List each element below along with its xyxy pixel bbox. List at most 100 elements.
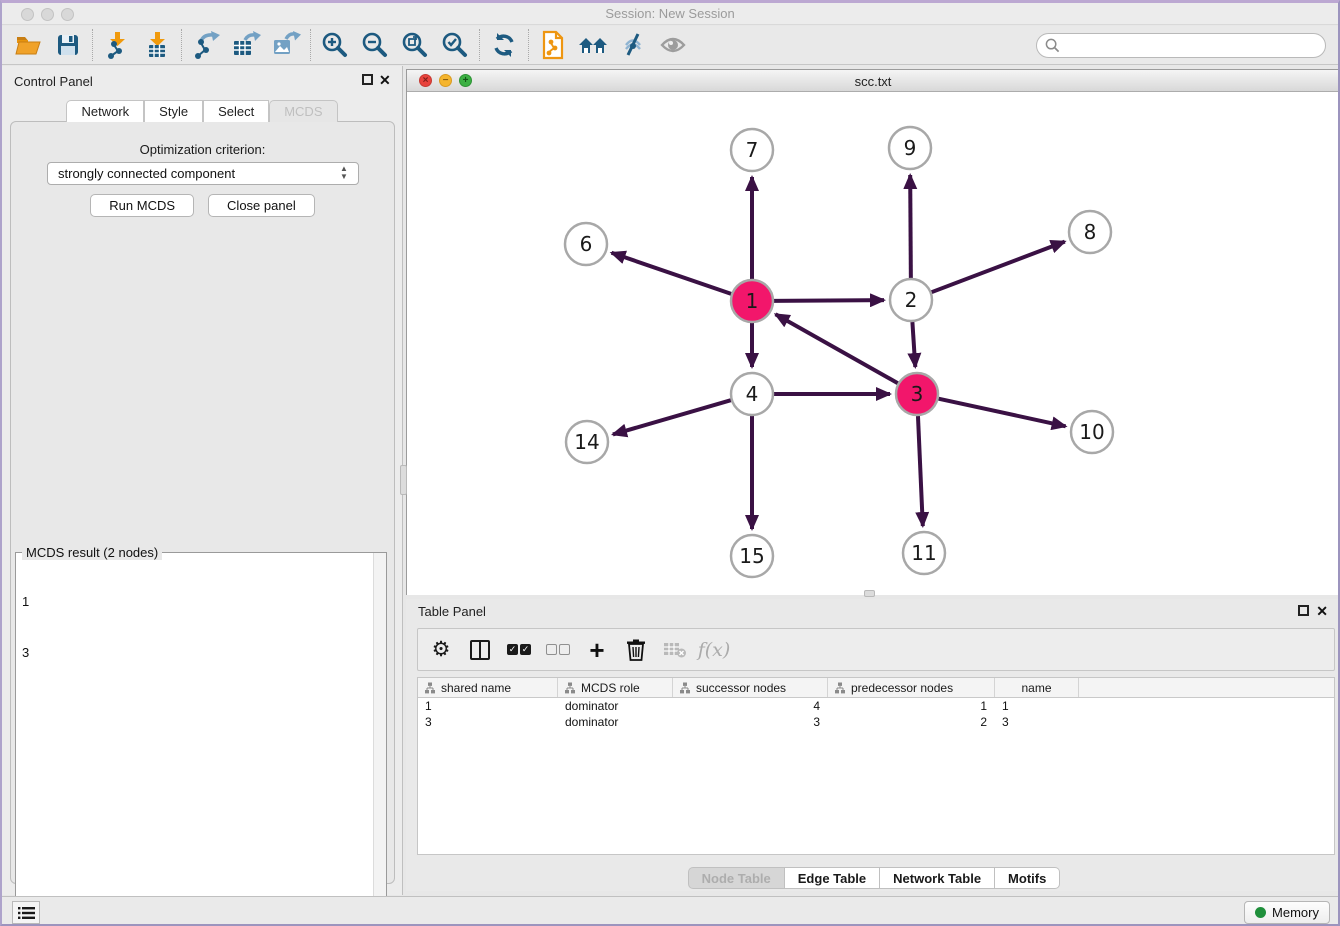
result-scrollbar[interactable]	[373, 553, 386, 926]
search-input[interactable]	[1060, 36, 1325, 56]
hierarchy-icon	[679, 682, 691, 694]
graph-node-label: 11	[911, 541, 936, 565]
import-table-icon[interactable]	[137, 28, 177, 62]
graph-edge-3-10[interactable]	[938, 399, 1065, 427]
table-row[interactable]: 3 dominator 3 2 3	[418, 714, 1334, 730]
delete-column-icon[interactable]	[623, 637, 649, 663]
export-table-icon[interactable]	[226, 28, 266, 62]
close-table-panel-icon[interactable]: ✕	[1316, 605, 1328, 617]
column-header-shared-name[interactable]: shared name	[418, 678, 558, 697]
search-field[interactable]	[1036, 33, 1326, 58]
network-window-titlebar[interactable]: × − + scc.txt	[407, 70, 1339, 92]
column-selector-icon[interactable]	[467, 637, 493, 663]
table-row[interactable]: 1 dominator 4 1 1	[418, 698, 1334, 714]
vertical-splitter-handle[interactable]	[400, 465, 407, 495]
graph-edge-3-11[interactable]	[918, 416, 923, 526]
status-bar: Memory	[2, 896, 1338, 926]
cell-successor-nodes[interactable]: 3	[673, 714, 828, 730]
control-panel-title: Control Panel	[14, 74, 93, 89]
network-canvas[interactable]: 7 9 6 8 1 2 4 3 14 10 15 11	[407, 92, 1339, 595]
close-panel-button[interactable]: Close panel	[208, 194, 315, 217]
cell-predecessor-nodes[interactable]: 2	[828, 714, 995, 730]
column-header-mcds-role[interactable]: MCDS role	[558, 678, 673, 697]
float-table-panel-icon[interactable]	[1298, 605, 1309, 616]
zoom-fit-icon[interactable]	[395, 28, 435, 62]
mcds-result-item: 3	[22, 644, 58, 661]
save-session-icon[interactable]	[48, 28, 88, 62]
new-network-from-file-icon[interactable]	[533, 28, 573, 62]
close-panel-icon[interactable]: ✕	[379, 74, 391, 86]
control-panel: Control Panel ✕ Network Style Select MCD…	[2, 66, 403, 895]
column-header-predecessor-nodes[interactable]: predecessor nodes	[828, 678, 995, 697]
import-network-icon[interactable]	[97, 28, 137, 62]
memory-button[interactable]: Memory	[1244, 901, 1330, 924]
tab-select[interactable]: Select	[203, 100, 269, 122]
graph-node-7[interactable]: 7	[731, 129, 773, 171]
cell-predecessor-nodes[interactable]: 1	[828, 698, 995, 714]
delete-table-icon	[662, 637, 688, 663]
tab-style[interactable]: Style	[144, 100, 203, 122]
toolbar-separator	[479, 29, 480, 61]
graph-edge-2-8[interactable]	[932, 242, 1065, 293]
tab-mcds[interactable]: MCDS	[269, 100, 337, 122]
column-header-successor-nodes[interactable]: successor nodes	[673, 678, 828, 697]
zoom-out-icon[interactable]	[355, 28, 395, 62]
network-view-window: × − + scc.txt 7 9 6 8 1 2 4 3 14 10 15 11	[406, 69, 1340, 595]
tab-edge-table[interactable]: Edge Table	[785, 867, 880, 889]
graph-edge-1-2[interactable]	[774, 300, 884, 301]
zoom-in-icon[interactable]	[315, 28, 355, 62]
graph-node-11[interactable]: 11	[903, 532, 945, 574]
graph-node-9[interactable]: 9	[889, 127, 931, 169]
select-all-icon[interactable]: ✓✓	[506, 637, 532, 663]
graph-node-3[interactable]: 3	[896, 373, 938, 415]
mcds-result-title: MCDS result (2 nodes)	[22, 545, 162, 560]
graph-node-6[interactable]: 6	[565, 223, 607, 265]
graph-node-14[interactable]: 14	[566, 421, 608, 463]
add-column-icon[interactable]: +	[584, 637, 610, 663]
open-file-icon[interactable]	[8, 28, 48, 62]
toolbar-separator	[528, 29, 529, 61]
zoom-selected-icon[interactable]	[435, 28, 475, 62]
tab-motifs[interactable]: Motifs	[995, 867, 1060, 889]
tab-node-table[interactable]: Node Table	[688, 867, 785, 889]
export-network-icon[interactable]	[186, 28, 226, 62]
cell-mcds-role[interactable]: dominator	[558, 714, 673, 730]
horizontal-splitter-handle[interactable]	[864, 590, 875, 597]
cell-name[interactable]: 1	[995, 698, 1079, 714]
deselect-all-icon[interactable]	[545, 637, 571, 663]
run-mcds-button[interactable]: Run MCDS	[90, 194, 194, 217]
criterion-select[interactable]: strongly connected component ▲▼	[47, 162, 359, 185]
graph-node-8[interactable]: 8	[1069, 211, 1111, 253]
tab-network-table[interactable]: Network Table	[880, 867, 995, 889]
graph-edge-4-14[interactable]	[613, 400, 731, 434]
refresh-layout-icon[interactable]	[484, 28, 524, 62]
tab-network[interactable]: Network	[66, 100, 144, 122]
memory-status-icon	[1255, 907, 1266, 918]
show-all-networks-icon[interactable]	[573, 28, 613, 62]
graph-node-label: 8	[1084, 220, 1097, 244]
graph-node-label: 6	[580, 232, 593, 256]
hide-selected-icon[interactable]	[613, 28, 653, 62]
graph-edge-2-3[interactable]	[912, 322, 915, 367]
cell-name[interactable]: 3	[995, 714, 1079, 730]
window-title: Session: New Session	[2, 6, 1338, 21]
cell-successor-nodes[interactable]: 4	[673, 698, 828, 714]
graph-node-10[interactable]: 10	[1071, 411, 1113, 453]
export-image-icon[interactable]	[266, 28, 306, 62]
graph-edge-2-9[interactable]	[910, 175, 911, 278]
graph-edge-1-6[interactable]	[612, 253, 732, 294]
float-panel-icon[interactable]	[362, 74, 373, 85]
graph-node-15[interactable]: 15	[731, 535, 773, 577]
graph-node-2[interactable]: 2	[890, 279, 932, 321]
task-history-button[interactable]	[12, 901, 40, 924]
column-header-name[interactable]: name	[995, 678, 1079, 697]
graph-node-4[interactable]: 4	[731, 373, 773, 415]
graph-node-label: 14	[574, 430, 599, 454]
graph-edge-3-1[interactable]	[776, 314, 898, 383]
graph-node-1[interactable]: 1	[731, 280, 773, 322]
cell-mcds-role[interactable]: dominator	[558, 698, 673, 714]
gear-icon[interactable]: ⚙	[428, 637, 454, 663]
cell-shared-name[interactable]: 1	[418, 698, 558, 714]
cell-shared-name[interactable]: 3	[418, 714, 558, 730]
hierarchy-icon	[564, 682, 576, 694]
